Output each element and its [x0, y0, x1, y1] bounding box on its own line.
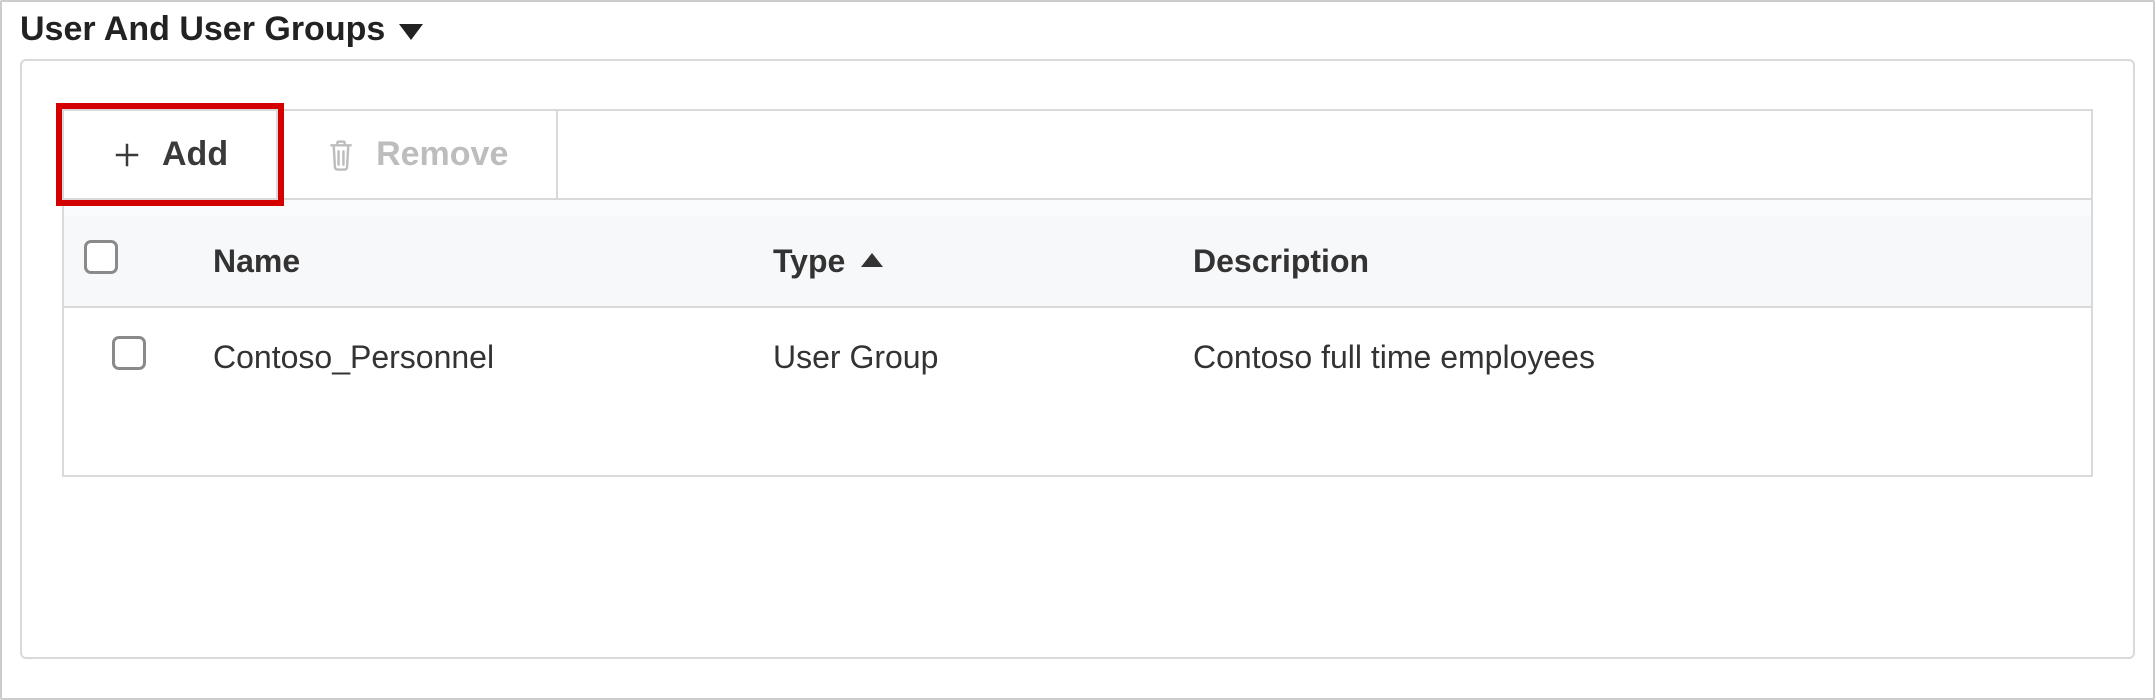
toolbar-spacer	[558, 111, 2091, 198]
user-groups-table: Name Type Description	[62, 216, 2093, 477]
column-header-name-label: Name	[213, 243, 300, 279]
table-header-row: Name Type Description	[63, 216, 2092, 307]
column-header-type[interactable]: Type	[753, 216, 1173, 307]
column-header-name[interactable]: Name	[193, 216, 753, 307]
table-top-spacer	[62, 200, 2093, 216]
column-header-select	[63, 216, 193, 307]
row-checkbox[interactable]	[112, 336, 146, 370]
add-button-label: Add	[162, 135, 228, 174]
table-row[interactable]: Contoso_Personnel User Group Contoso ful…	[63, 307, 2092, 406]
remove-button[interactable]: Remove	[278, 111, 558, 198]
plus-icon	[112, 140, 142, 170]
column-header-description[interactable]: Description	[1173, 216, 2092, 307]
cell-type: User Group	[753, 307, 1173, 406]
toolbar: Add Remove	[62, 109, 2093, 200]
remove-button-label: Remove	[376, 135, 508, 174]
column-header-type-label: Type	[773, 243, 845, 280]
table-bottom-spacer	[63, 406, 2092, 476]
add-button[interactable]: Add	[64, 111, 278, 198]
cell-name: Contoso_Personnel	[193, 307, 753, 406]
chevron-down-icon	[399, 24, 423, 40]
column-header-description-label: Description	[1193, 243, 1369, 279]
trash-icon	[326, 138, 356, 172]
cell-description: Contoso full time employees	[1173, 307, 2092, 406]
section-title: User And User Groups	[20, 10, 385, 49]
sort-asc-icon	[861, 253, 883, 267]
select-all-checkbox[interactable]	[84, 240, 118, 274]
panel: Add Remove Name	[20, 59, 2135, 659]
user-groups-section: User And User Groups Add Remove	[0, 0, 2155, 700]
section-header[interactable]: User And User Groups	[2, 2, 2153, 55]
